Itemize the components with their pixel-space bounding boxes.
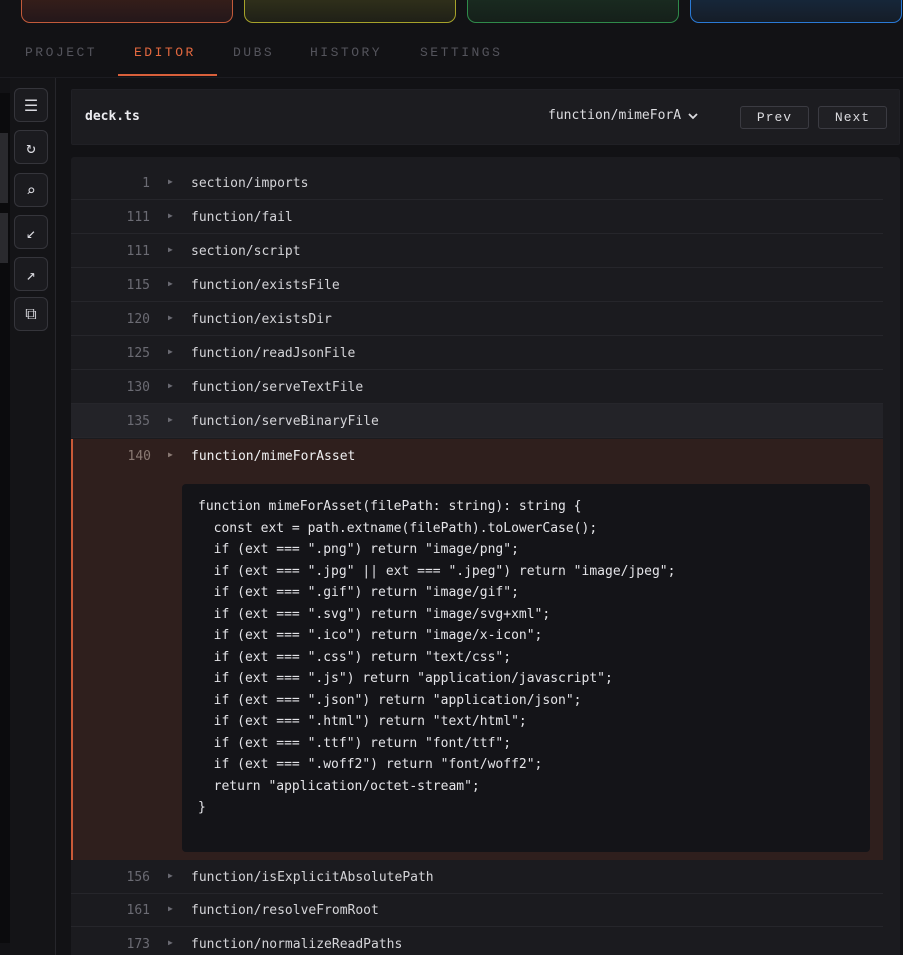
list-item[interactable]: 111 ▶ function/fail — [71, 200, 883, 234]
line-number: 156 — [126, 870, 150, 885]
list-item[interactable]: 156 ▶ function/isExplicitAbsolutePath — [71, 860, 883, 894]
expand-triangle-icon: ▶ — [168, 177, 173, 186]
line-number: 161 — [126, 903, 150, 918]
code-line: if (ext === ".json") return "application… — [198, 692, 582, 708]
expand-triangle-icon: ▶ — [168, 871, 173, 880]
left-edge — [0, 93, 10, 943]
expand-triangle-icon: ▶ — [168, 245, 173, 254]
editor-header: deck.ts function/mimeForA Prev Next — [71, 89, 900, 145]
chevron-down-icon — [688, 112, 698, 119]
symbol-label: section/imports — [191, 176, 309, 191]
expanded-list-item[interactable]: 140 ▶ function/mimeForAsset function mim… — [71, 439, 883, 860]
symbol-label: section/script — [191, 244, 301, 259]
symbol-list: 1 ▶ section/imports 111 ▶ function/fail … — [71, 157, 900, 955]
refresh-icon[interactable]: ↻ — [14, 130, 48, 164]
code-line: if (ext === ".ttf") return "font/ttf"; — [198, 735, 512, 751]
expand-triangle-icon: ▶ — [168, 313, 173, 322]
line-number: 135 — [126, 414, 150, 429]
active-tab-underline — [118, 74, 217, 76]
expand-triangle-icon: ▶ — [168, 938, 173, 947]
list-item[interactable]: 111 ▶ section/script — [71, 234, 883, 268]
collapse-icon[interactable]: ↙ — [14, 215, 48, 249]
list-item[interactable]: 130 ▶ function/serveTextFile — [71, 370, 883, 404]
line-number: 120 — [126, 312, 150, 327]
symbol-label: function/existsDir — [191, 312, 332, 327]
expand-triangle-icon: ▶ — [168, 381, 173, 390]
code-line: if (ext === ".css") return "text/css"; — [198, 649, 512, 665]
tab-editor[interactable]: EDITOR — [134, 45, 196, 60]
card-orange[interactable] — [21, 0, 233, 23]
search-icon[interactable]: ⌕ — [14, 173, 48, 207]
expand-icon[interactable]: ↗ — [14, 257, 48, 291]
expand-triangle-icon: ▶ — [168, 415, 173, 424]
symbol-label: function/normalizeReadPaths — [191, 937, 403, 952]
code-line: return "application/octet-stream"; — [198, 778, 480, 794]
file-name: deck.ts — [85, 109, 140, 124]
list-item[interactable]: 1 ▶ section/imports — [71, 166, 883, 200]
code-line: if (ext === ".woff2") return "font/woff2… — [198, 757, 543, 772]
list-item[interactable]: 173 ▶ function/normalizeReadPaths — [71, 927, 883, 955]
symbol-label: function/serveTextFile — [191, 380, 364, 395]
next-button[interactable]: Next — [818, 106, 887, 129]
expand-triangle-icon: ▶ — [168, 904, 173, 913]
symbol-label: function/readJsonFile — [191, 346, 356, 361]
line-number: 1 — [142, 176, 150, 191]
line-number: 130 — [126, 380, 150, 395]
line-number: 111 — [126, 244, 150, 259]
symbol-label: function/isExplicitAbsolutePath — [191, 870, 434, 885]
function-select[interactable]: function/mimeForA — [548, 108, 699, 123]
expand-triangle-icon: ▶ — [168, 450, 173, 459]
code-line: function mimeForAsset(filePath: string):… — [198, 499, 582, 514]
card-yellow[interactable] — [244, 0, 456, 23]
code-preview: function mimeForAsset(filePath: string):… — [182, 484, 870, 852]
symbol-label: function/resolveFromRoot — [191, 903, 379, 918]
code-line: if (ext === ".png") return "image/png"; — [198, 542, 519, 557]
symbol-label: function/existsFile — [191, 278, 340, 293]
list-item[interactable]: 125 ▶ function/readJsonFile — [71, 336, 883, 370]
code-line: if (ext === ".ico") return "image/x-icon… — [198, 628, 543, 643]
expand-triangle-icon: ▶ — [168, 211, 173, 220]
line-number: 140 — [127, 449, 151, 464]
tab-history[interactable]: HISTORY — [310, 45, 382, 60]
code-line: const ext = path.extname(filePath).toLow… — [198, 520, 598, 536]
top-cards — [0, 0, 903, 24]
symbol-label: function/serveBinaryFile — [191, 414, 379, 429]
function-select-value: function/mimeForA — [548, 108, 682, 123]
line-number: 125 — [126, 346, 150, 361]
prev-button[interactable]: Prev — [740, 106, 809, 129]
expand-triangle-icon: ▶ — [168, 347, 173, 356]
symbol-label: function/mimeForAsset — [191, 449, 356, 464]
list-item[interactable]: 135 ▶ function/serveBinaryFile — [71, 404, 883, 438]
code-line: if (ext === ".js") return "application/j… — [198, 671, 613, 686]
list-item[interactable]: 115 ▶ function/existsFile — [71, 268, 883, 302]
menu-icon[interactable]: ☰ — [14, 88, 48, 122]
list-item[interactable]: 120 ▶ function/existsDir — [71, 302, 883, 336]
code-line: } — [198, 800, 206, 815]
symbol-label: function/fail — [191, 210, 293, 225]
tool-rail: ☰ ↻ ⌕ ↙ ↗ ⧉ — [10, 78, 56, 955]
card-blue[interactable] — [690, 0, 902, 23]
code-line: if (ext === ".jpg" || ext === ".jpeg") r… — [198, 563, 676, 579]
line-number: 115 — [126, 278, 150, 293]
code-line: if (ext === ".svg") return "image/svg+xm… — [198, 606, 551, 622]
tab-bar: PROJECT EDITOR DUBS HISTORY SETTINGS — [0, 30, 903, 78]
list-item[interactable]: 161 ▶ function/resolveFromRoot — [71, 893, 883, 927]
card-green[interactable] — [467, 0, 679, 23]
copy-icon[interactable]: ⧉ — [14, 297, 48, 331]
line-number: 111 — [126, 210, 150, 225]
tab-project[interactable]: PROJECT — [25, 45, 97, 60]
code-line: if (ext === ".html") return "text/html"; — [198, 714, 527, 729]
tab-dubs[interactable]: DUBS — [233, 45, 274, 60]
tab-settings[interactable]: SETTINGS — [420, 45, 502, 60]
expand-triangle-icon: ▶ — [168, 279, 173, 288]
code-line: if (ext === ".gif") return "image/gif"; — [198, 585, 519, 600]
line-number: 173 — [126, 937, 150, 952]
